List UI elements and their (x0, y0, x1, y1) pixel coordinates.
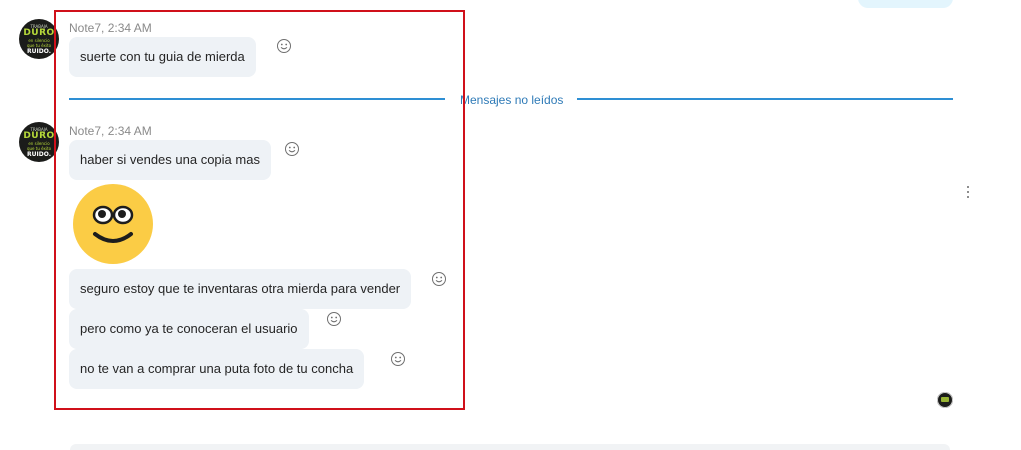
compose-bar[interactable] (70, 444, 950, 450)
unread-divider-line (69, 98, 445, 100)
message-bubble[interactable]: pero como ya te conoceran el usuario (69, 309, 309, 349)
avatar-text: DURO (23, 27, 55, 38)
smiley-reaction-icon[interactable] (276, 38, 292, 54)
read-receipt-avatar (937, 392, 953, 408)
smiley-reaction-icon[interactable] (431, 271, 447, 287)
message-bubble[interactable]: haber si vendes una copia mas (69, 140, 271, 180)
smiley-reaction-icon[interactable] (284, 141, 300, 157)
avatar-text: RUIDO. (27, 150, 51, 158)
avatar-text: RUIDO. (27, 47, 51, 55)
message-bubble[interactable]: seguro estoy que te inventaras otra mier… (69, 269, 412, 309)
message-meta: Note7, 2:34 AM (69, 124, 152, 138)
avatar[interactable]: TRABAJA DURO en silencio que tu éxito RU… (19, 122, 59, 162)
avatar[interactable]: TRABAJA DURO en silencio que tu éxito RU… (19, 19, 59, 59)
message-bubble[interactable]: no te van a comprar una puta foto de tu … (69, 349, 365, 389)
smiling-face-emoji[interactable] (73, 184, 153, 264)
unread-divider-line (577, 98, 953, 100)
avatar-text: DURO (23, 130, 55, 141)
smiley-reaction-icon[interactable] (390, 351, 406, 367)
vertical-ellipsis-icon[interactable] (962, 184, 974, 200)
message-bubble[interactable]: suerte con tu guia de mierda (69, 37, 256, 77)
unread-divider-label: Mensajes no leídos (460, 93, 564, 107)
message-meta: Note7, 2:34 AM (69, 21, 152, 35)
smiley-reaction-icon[interactable] (326, 311, 342, 327)
outgoing-message-bubble (858, 0, 953, 8)
